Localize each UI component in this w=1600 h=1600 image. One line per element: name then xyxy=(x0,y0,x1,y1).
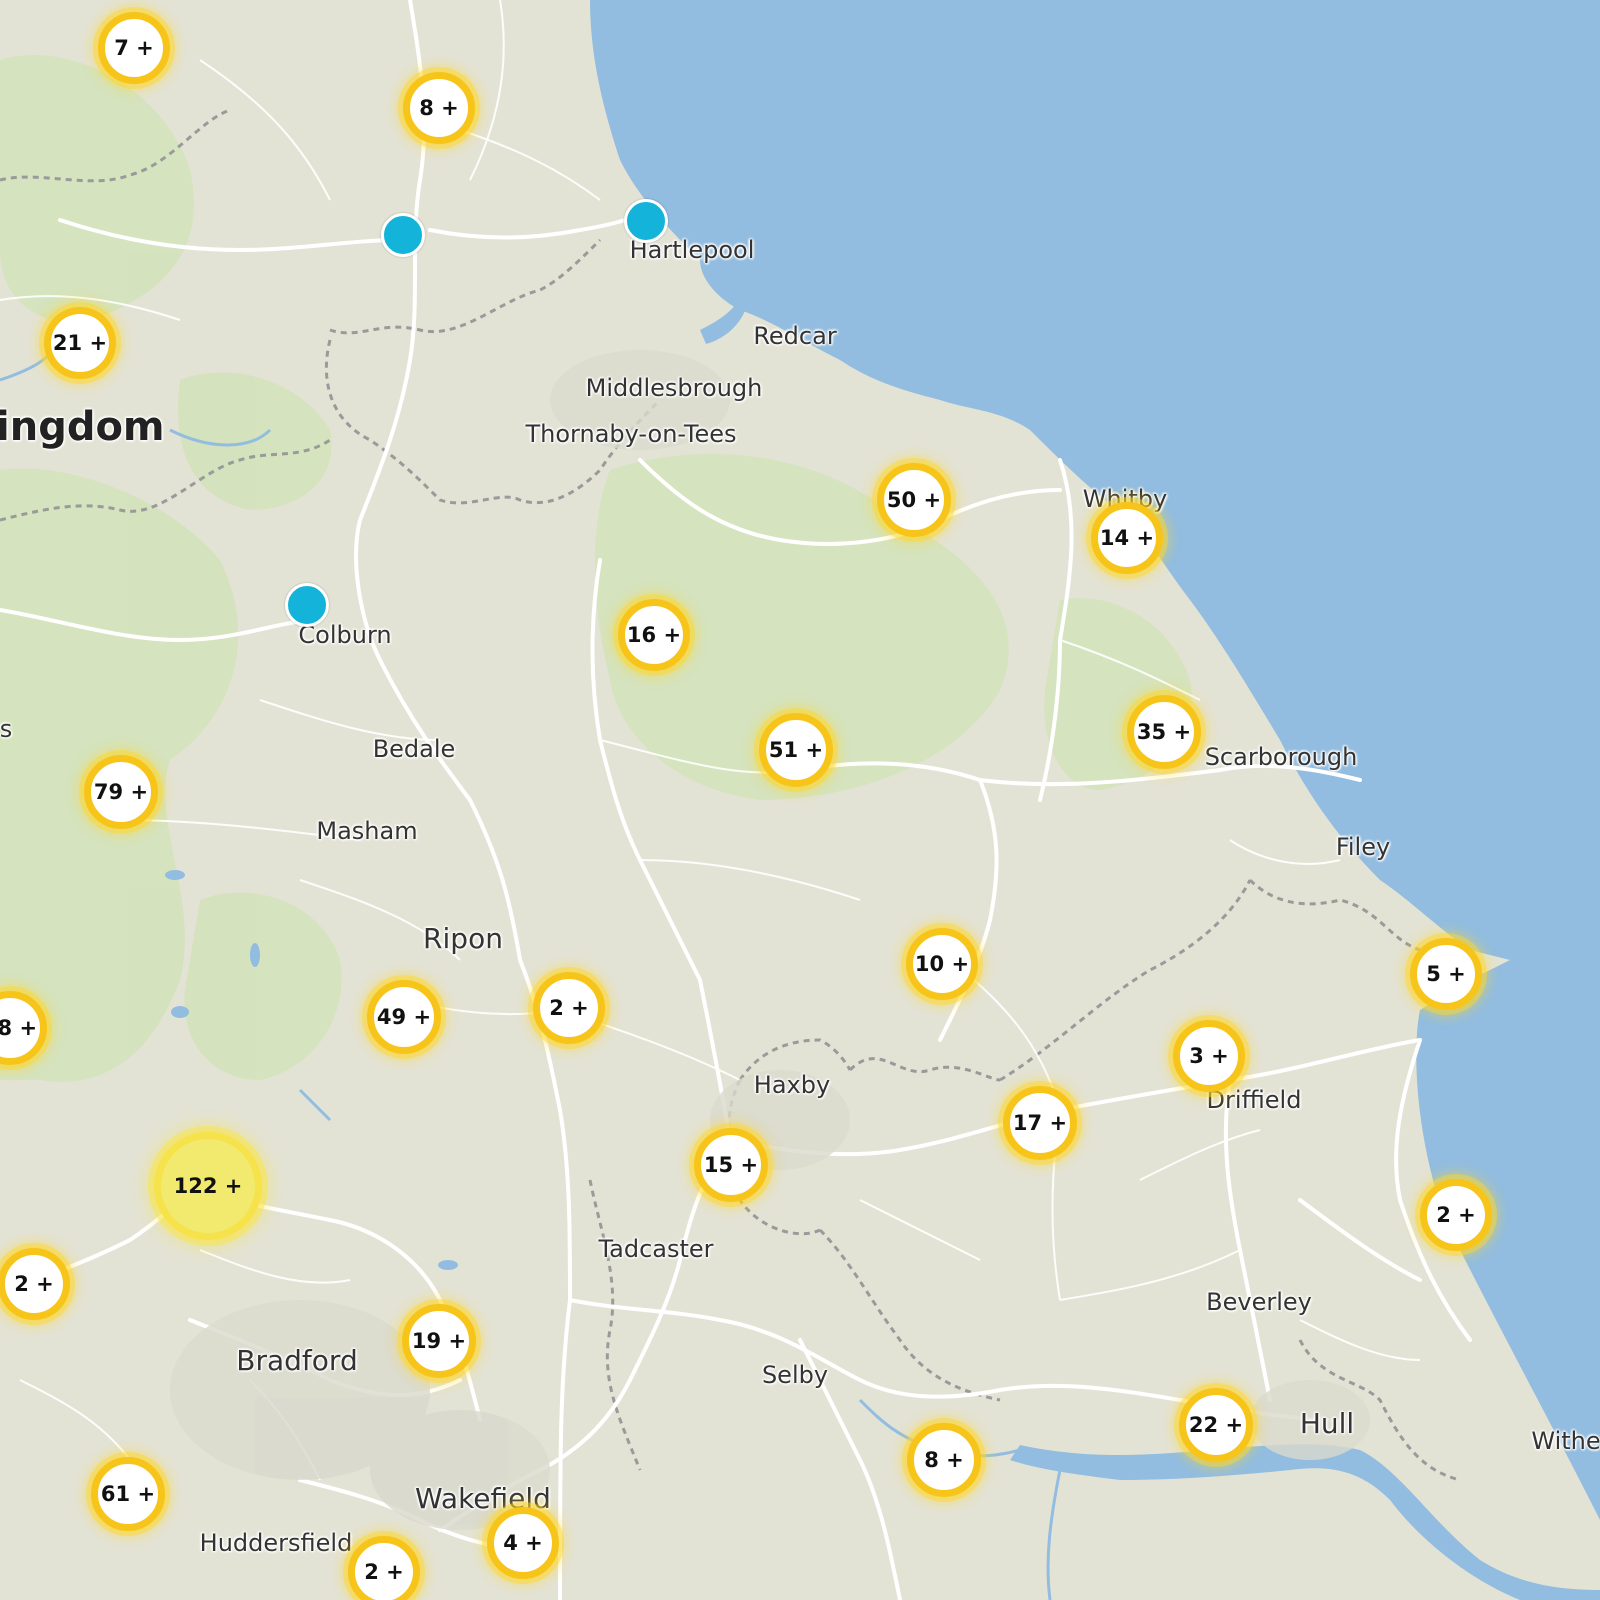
location-marker-icon[interactable] xyxy=(624,199,668,243)
cluster-marker[interactable]: 5 + xyxy=(1410,938,1482,1010)
place-label-withe: Withe xyxy=(1531,1427,1600,1455)
cluster-marker[interactable]: 4 + xyxy=(487,1507,559,1579)
cluster-marker[interactable]: 61 + xyxy=(91,1457,165,1531)
cluster-marker[interactable]: 49 + xyxy=(367,980,441,1054)
location-marker-icon[interactable] xyxy=(285,583,329,627)
place-label-tadcaster: Tadcaster xyxy=(598,1235,714,1263)
place-label-redcar: Redcar xyxy=(753,322,837,350)
cluster-marker-large[interactable]: 122 + xyxy=(154,1132,262,1240)
place-label-haxby: Haxby xyxy=(753,1071,831,1099)
cluster-marker[interactable]: 2 + xyxy=(0,1248,70,1320)
place-label-scarborough: Scarborough xyxy=(1204,743,1358,771)
place-label-selby: Selby xyxy=(761,1361,829,1389)
cluster-marker[interactable]: 17 + xyxy=(1003,1086,1077,1160)
cluster-marker[interactable]: 3 + xyxy=(1173,1020,1245,1092)
place-label-beverley: Beverley xyxy=(1206,1288,1312,1316)
map-canvas[interactable]: ingdom Hartlepool Redcar Middlesbrough T… xyxy=(0,0,1600,1600)
cluster-marker[interactable]: 51 + xyxy=(759,713,833,787)
place-label-masham: Masham xyxy=(316,817,418,845)
place-label-bradford: Bradford xyxy=(236,1344,358,1377)
place-label-hull: Hull xyxy=(1299,1407,1355,1440)
place-label-colburn: Colburn xyxy=(298,621,392,649)
cluster-marker[interactable]: 79 + xyxy=(84,755,158,829)
cluster-marker[interactable]: 8 + xyxy=(907,1423,981,1497)
place-label-country: ingdom xyxy=(0,404,165,450)
place-label-driffield: Driffield xyxy=(1206,1086,1302,1114)
cluster-marker[interactable]: 35 + xyxy=(1127,695,1201,769)
place-label-middlesbrough: Middlesbrough xyxy=(585,374,763,402)
cluster-marker[interactable]: 10 + xyxy=(906,928,978,1000)
place-label-partial: s xyxy=(0,715,13,743)
cluster-marker[interactable]: 2 + xyxy=(348,1536,420,1600)
place-label-ripon: Ripon xyxy=(423,922,503,955)
cluster-marker[interactable]: 7 + xyxy=(98,12,170,84)
cluster-marker[interactable]: 15 + xyxy=(694,1128,768,1202)
cluster-marker[interactable]: 14 + xyxy=(1091,502,1163,574)
place-label-thornaby-on-tees: Thornaby-on-Tees xyxy=(525,420,737,448)
cluster-marker[interactable]: 19 + xyxy=(402,1304,476,1378)
place-label-huddersfield: Huddersfield xyxy=(199,1529,353,1557)
cluster-marker[interactable]: 2 + xyxy=(1420,1179,1492,1251)
place-label-filey: Filey xyxy=(1335,833,1391,861)
cluster-marker[interactable]: 16 + xyxy=(618,599,690,671)
cluster-marker[interactable]: 2 + xyxy=(533,972,605,1044)
location-marker-icon[interactable] xyxy=(381,213,425,257)
cluster-marker[interactable]: 50 + xyxy=(877,463,951,537)
cluster-marker[interactable]: 21 + xyxy=(44,307,116,379)
place-label-bedale: Bedale xyxy=(372,735,456,763)
cluster-marker[interactable]: 22 + xyxy=(1179,1388,1253,1462)
cluster-marker[interactable]: 8 + xyxy=(403,72,475,144)
